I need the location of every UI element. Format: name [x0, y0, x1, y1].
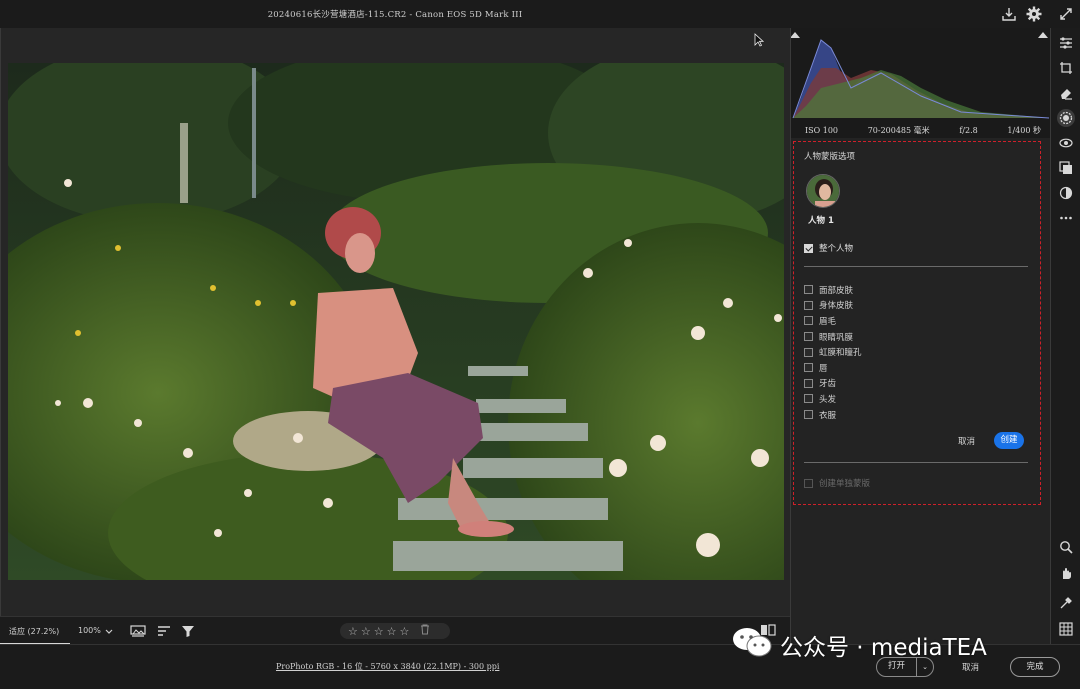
filter-icon[interactable] [181, 624, 195, 641]
star-icon[interactable]: ☆ [387, 625, 397, 638]
star-icon[interactable]: ☆ [400, 625, 410, 638]
watermark-text: 公众号 · mediaTEA [780, 635, 987, 661]
mask-options-list: 面部皮肤 身体皮肤 眉毛 眼睛巩膜 虹膜和瞳孔 唇 牙齿 头发 衣服 [804, 282, 862, 422]
photo-preview[interactable] [8, 63, 784, 580]
mask-icon[interactable] [1057, 109, 1075, 127]
settings-icon[interactable] [1025, 5, 1043, 23]
separate-masks-label: 创建单独蒙版 [819, 479, 871, 489]
option-label: 头发 [819, 394, 837, 405]
create-button[interactable]: 创建 [994, 432, 1024, 449]
checkbox-icon[interactable] [804, 478, 813, 488]
chevron-down-icon[interactable] [101, 623, 117, 639]
window-title: 20240616长沙营塘酒店-115.CR2 - Canon EOS 5D Ma… [267, 10, 523, 20]
checkbox-icon[interactable] [804, 378, 813, 388]
option-iris-pupil[interactable]: 虹膜和瞳孔 [804, 344, 862, 360]
option-label: 虹膜和瞳孔 [819, 348, 862, 359]
star-rating: ☆ ☆ ☆ ☆ ☆ [340, 623, 450, 639]
option-label: 身体皮肤 [819, 301, 854, 312]
more-icon[interactable] [1057, 209, 1075, 227]
checkbox-icon[interactable] [804, 332, 813, 342]
star-icon[interactable]: ☆ [361, 625, 371, 638]
divider [804, 462, 1028, 463]
people-mask-options-panel: 人物蒙版选项 人物 1 整个人物 面部皮肤 身体皮肤 眉毛 眼睛巩膜 虹膜和瞳孔… [793, 141, 1041, 505]
whole-person-checkbox[interactable]: 整个人物 [804, 242, 853, 254]
zoom-icon[interactable] [1057, 538, 1075, 556]
zoom-100-button[interactable]: 100% [78, 626, 101, 635]
watermark: 公众号 · mediaTEA [732, 626, 987, 664]
eyedropper-icon[interactable] [1057, 594, 1075, 612]
title-bar: 20240616长沙营塘酒店-115.CR2 - Canon EOS 5D Ma… [0, 0, 1080, 28]
mouse-cursor-icon [754, 33, 765, 50]
option-label: 牙齿 [819, 379, 837, 390]
chevron-down-icon[interactable]: ⌄ [917, 663, 933, 671]
option-label: 眉毛 [819, 316, 837, 327]
option-lips[interactable]: 唇 [804, 360, 862, 376]
option-eye-sclera[interactable]: 眼睛巩膜 [804, 329, 862, 345]
option-face-skin[interactable]: 面部皮肤 [804, 282, 862, 298]
panel-title: 人物蒙版选项 [804, 152, 856, 162]
option-eyebrows[interactable]: 眉毛 [804, 313, 862, 329]
option-body-skin[interactable]: 身体皮肤 [804, 298, 862, 314]
person-avatar[interactable] [806, 174, 840, 208]
presets-icon[interactable] [1057, 159, 1075, 177]
divider [804, 266, 1028, 267]
option-label: 眼睛巩膜 [819, 332, 854, 343]
trash-icon[interactable] [420, 624, 430, 638]
checkbox-icon[interactable] [804, 285, 813, 295]
checkbox-icon[interactable] [804, 394, 813, 404]
aperture-value: f/2.8 [959, 125, 978, 135]
shutter-value: 1/400 秒 [1007, 125, 1041, 135]
redeye-icon[interactable] [1057, 134, 1075, 152]
person-label: 人物 1 [808, 216, 834, 226]
save-icon[interactable] [1000, 5, 1018, 23]
option-label: 唇 [819, 363, 828, 374]
grid-icon[interactable] [1057, 620, 1075, 638]
cancel-button[interactable]: 取消 [958, 435, 975, 447]
filmstrip-icon[interactable] [130, 624, 146, 641]
workflow-options-link[interactable]: ProPhoto RGB - 16 位 - 5760 x 3840 (22.1M… [276, 661, 499, 672]
bottom-toolbar: 适应 (27.2%) 100% ☆ ☆ ☆ ☆ ☆ [0, 616, 790, 645]
exif-info: ISO 100 70-200485 毫米 f/2.8 1/400 秒 [791, 122, 1051, 138]
separate-masks-checkbox[interactable]: 创建单独蒙版 [804, 477, 870, 489]
sort-icon[interactable] [157, 624, 171, 641]
checkbox-icon[interactable] [804, 410, 813, 420]
whole-person-label: 整个人物 [819, 244, 854, 254]
option-clothes[interactable]: 衣服 [804, 407, 862, 423]
iso-value: ISO 100 [805, 125, 839, 135]
color-icon[interactable] [1057, 184, 1075, 202]
checkbox-icon[interactable] [804, 363, 813, 373]
image-canvas[interactable] [0, 28, 790, 616]
sliders-icon[interactable] [1057, 34, 1075, 52]
option-label: 面部皮肤 [819, 285, 854, 296]
crop-icon[interactable] [1057, 59, 1075, 77]
done-button[interactable]: 完成 [1010, 657, 1060, 677]
star-icon[interactable]: ☆ [348, 625, 358, 638]
checkbox-icon[interactable] [804, 300, 813, 310]
tool-strip [1050, 8, 1080, 644]
eraser-icon[interactable] [1057, 84, 1075, 102]
checkbox-checked-icon[interactable] [804, 243, 813, 253]
checkbox-icon[interactable] [804, 347, 813, 357]
right-panel: ISO 100 70-200485 毫米 f/2.8 1/400 秒 人物蒙版选… [790, 28, 1051, 644]
expand-icon[interactable] [1057, 5, 1075, 23]
star-icon[interactable]: ☆ [374, 625, 384, 638]
option-teeth[interactable]: 牙齿 [804, 376, 862, 392]
option-hair[interactable]: 头发 [804, 391, 862, 407]
hand-icon[interactable] [1057, 564, 1075, 582]
checkbox-icon[interactable] [804, 316, 813, 326]
wechat-logo-icon [732, 626, 772, 664]
option-label: 衣服 [819, 410, 837, 421]
fit-zoom-tab[interactable]: 适应 (27.2%) [0, 617, 70, 645]
lens-value: 70-200485 毫米 [867, 125, 930, 135]
